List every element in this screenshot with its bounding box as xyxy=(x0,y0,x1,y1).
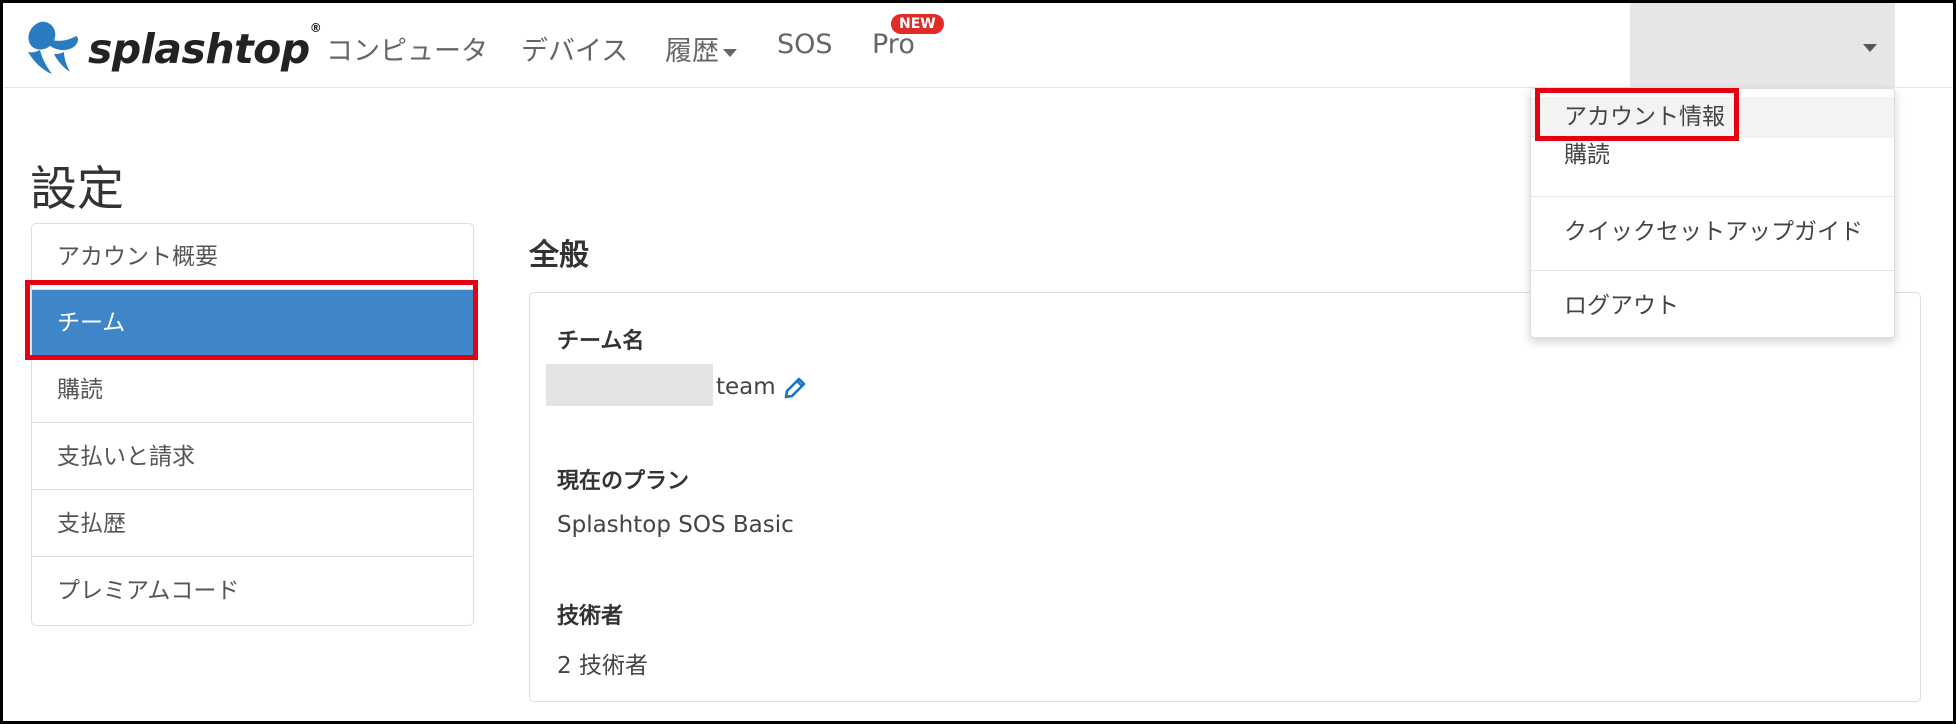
menu-item-quick-setup-guide[interactable]: クイックセットアップガイド xyxy=(1531,207,1894,257)
general-panel xyxy=(529,292,1921,702)
current-plan-label: 現在のプラン xyxy=(557,469,690,494)
menu-item-logout[interactable]: ログアウト xyxy=(1531,281,1894,331)
sidebar-item-payment-billing[interactable]: 支払いと請求 xyxy=(32,424,473,490)
nav-devices[interactable]: デバイス xyxy=(521,29,628,68)
brand-logo[interactable]: splashtop® xyxy=(20,18,322,80)
page-title: 設定 xyxy=(30,162,124,217)
highlight-box-team xyxy=(25,280,478,360)
team-name-label: チーム名 xyxy=(557,329,645,354)
splashtop-logo-icon xyxy=(28,21,79,74)
brand-name: splashtop® xyxy=(88,21,322,73)
nav-computers[interactable]: コンピュータ xyxy=(326,29,488,68)
current-plan-value: Splashtop SOS Basic xyxy=(557,512,794,538)
nav-sos[interactable]: SOS xyxy=(777,29,833,60)
menu-item-subscription[interactable]: 購読 xyxy=(1531,139,1894,177)
highlight-box-account-info xyxy=(1535,88,1739,141)
section-title-general: 全般 xyxy=(529,238,589,273)
sidebar-item-subscription[interactable]: 購読 xyxy=(32,357,473,423)
technician-count: 2 技術者 xyxy=(557,653,648,679)
pencil-edit-icon[interactable] xyxy=(782,375,808,401)
chevron-down-icon xyxy=(723,48,737,57)
nav-history[interactable]: 履歴 xyxy=(665,29,737,68)
sidebar-item-premium-code[interactable]: プレミアムコード xyxy=(32,558,473,624)
sidebar-item-payment-history[interactable]: 支払歴 xyxy=(32,491,473,557)
menu-divider xyxy=(1531,270,1894,271)
chevron-down-icon xyxy=(1863,44,1877,52)
menu-divider xyxy=(1531,196,1894,197)
nav-history-label: 履歴 xyxy=(665,36,719,67)
new-badge: NEW xyxy=(891,14,944,34)
team-name-value: team xyxy=(716,374,776,400)
technician-label: 技術者 xyxy=(557,604,624,629)
redacted-team-name xyxy=(546,364,713,406)
user-menu-toggle[interactable] xyxy=(1630,3,1895,88)
